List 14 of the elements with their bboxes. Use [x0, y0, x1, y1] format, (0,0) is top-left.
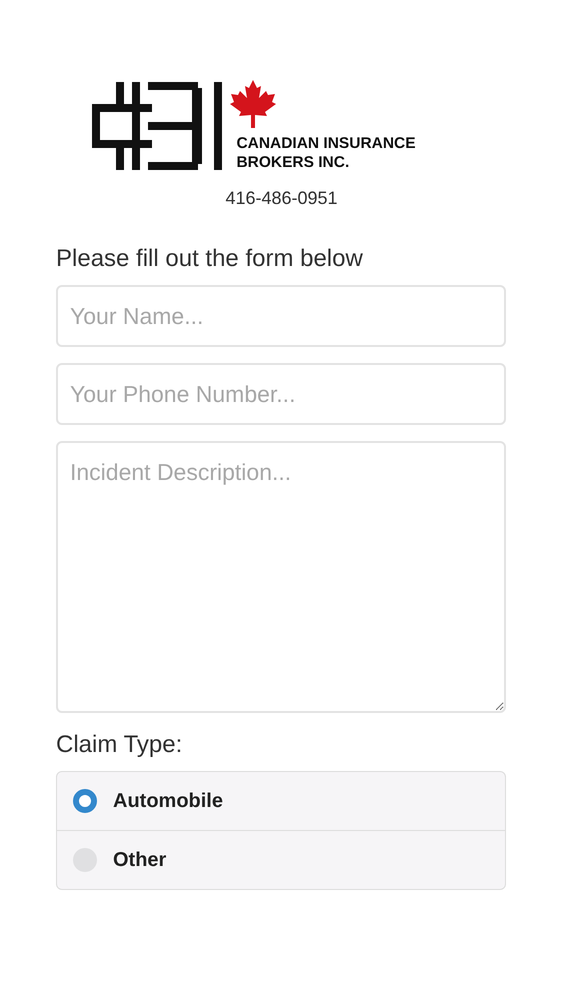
form-heading: Please fill out the form below [56, 245, 364, 273]
company-name: BROKERS INC. [236, 153, 350, 172]
phone-number: 416-486-0951 [225, 188, 338, 209]
description-field[interactable]: Incident Description... [56, 441, 506, 713]
radio-button[interactable] [73, 789, 97, 813]
radio-option[interactable]: Other [57, 830, 505, 889]
radio-label: Other [113, 848, 166, 872]
input-field[interactable]: Your Phone Number... [56, 363, 506, 425]
radio-label: Automobile [113, 790, 223, 812]
radio-option[interactable]: Automobile [57, 772, 505, 830]
company-name: CANADIAN INSURANCE [236, 134, 416, 153]
input-field[interactable]: Your Name... [56, 285, 506, 347]
claim-type-label: Claim Type: [56, 731, 184, 759]
maple-leaf-icon [230, 80, 276, 128]
